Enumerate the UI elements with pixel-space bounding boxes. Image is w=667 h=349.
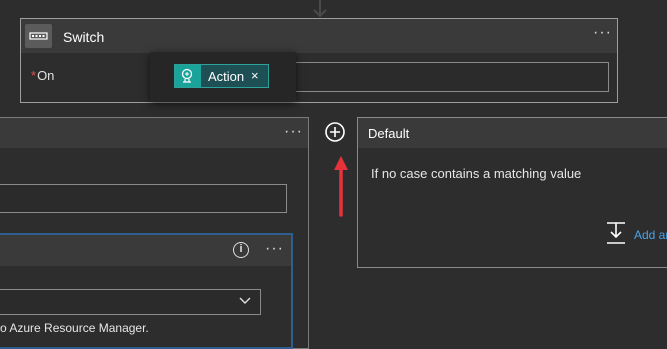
case-more-options-button[interactable]: ··· <box>284 123 303 141</box>
default-card-header[interactable]: Default <box>358 118 667 148</box>
switch-icon <box>25 24 52 48</box>
annotation-arrow-icon <box>334 156 348 217</box>
remove-token-button[interactable]: × <box>251 68 259 83</box>
action-token-icon <box>175 65 201 87</box>
default-description: If no case contains a matching value <box>371 166 582 181</box>
default-case-card: Default If no case contains a matching v… <box>357 117 667 268</box>
on-label-text: On <box>37 68 55 83</box>
add-action-link[interactable]: Add an <box>634 228 667 242</box>
case-equals-input[interactable] <box>0 184 287 213</box>
switch-card-header[interactable]: Switch ··· <box>21 19 617 53</box>
add-case-plus-icon[interactable] <box>324 121 346 143</box>
inner-more-options-button[interactable]: ··· <box>265 240 284 258</box>
switch-more-options-button[interactable]: ··· <box>593 24 612 42</box>
switch-card: Switch ··· *On <box>20 18 618 103</box>
chevron-down-icon <box>239 297 251 304</box>
required-marker: * <box>31 68 37 83</box>
switch-title: Switch <box>63 29 105 45</box>
info-icon[interactable]: i <box>233 242 249 258</box>
case-card-header[interactable]: ··· <box>0 118 308 148</box>
action-token-label: Action <box>208 69 245 84</box>
add-action-icon[interactable] <box>606 221 626 245</box>
inner-action-card: i ··· o Azure Resource Manager. <box>0 233 293 349</box>
on-field-label: *On <box>31 68 54 83</box>
inner-description-text: o Azure Resource Manager. <box>0 321 149 335</box>
flow-arrow-down-icon <box>313 0 327 18</box>
inner-action-header[interactable]: i ··· <box>0 235 291 266</box>
default-title: Default <box>368 126 410 141</box>
inner-dropdown[interactable] <box>0 289 261 315</box>
action-token[interactable]: Action × <box>174 64 269 88</box>
